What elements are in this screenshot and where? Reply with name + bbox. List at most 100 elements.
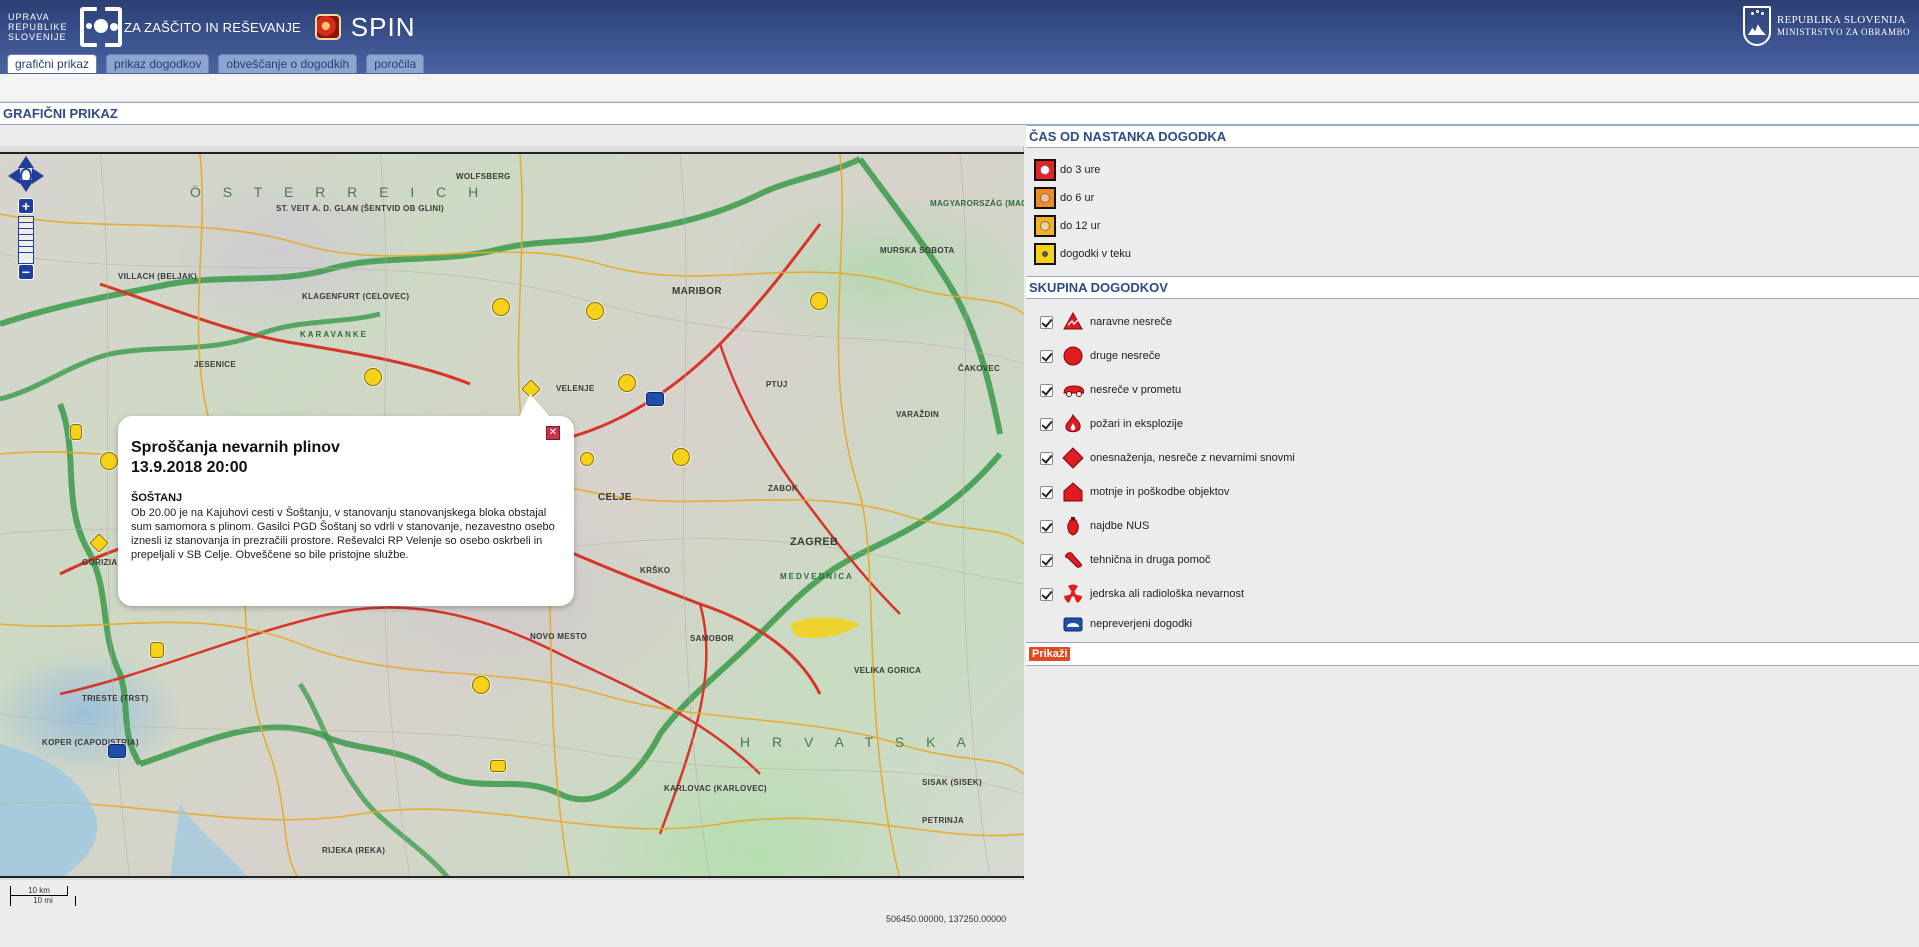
- group-checkbox[interactable]: [1040, 417, 1053, 431]
- group-checkbox[interactable]: [1040, 485, 1053, 499]
- map-panel: Ö S T E R R E I C H H R V A T S K A MAGY…: [0, 146, 1024, 906]
- group-label: onesnaženja, nesreče z nevarnimi snovmi: [1090, 452, 1295, 464]
- map-label-magyarorszag: MAGYARORSZÁG (MAGYARORSZÁG): [930, 199, 1024, 208]
- legend-groups-title: SKUPINA DOGODKOV: [1026, 276, 1919, 299]
- zoom-slider[interactable]: [18, 216, 34, 264]
- unverified-event-icon: [1062, 613, 1084, 635]
- sub-bar: [0, 74, 1919, 102]
- action-bar: [1026, 642, 1919, 666]
- map-label-ptuj: PTUJ: [766, 380, 788, 389]
- group-checkbox[interactable]: [1040, 519, 1053, 533]
- unverified-event-marker[interactable]: [646, 392, 664, 406]
- legend-time-item: do 6 ur: [1034, 184, 1131, 212]
- org-line: REPUBLIKE: [8, 22, 68, 32]
- event-marker[interactable]: [70, 424, 82, 440]
- time-6h-icon: [1034, 187, 1056, 209]
- group-label: nesreče v prometu: [1090, 384, 1182, 396]
- time-3h-icon: [1034, 159, 1056, 181]
- event-marker[interactable]: [618, 374, 636, 392]
- group-checkbox[interactable]: [1040, 451, 1053, 465]
- group-label: naravne nesreče: [1090, 316, 1172, 328]
- time-12h-icon: [1034, 215, 1056, 237]
- scale-mi: 10 mi: [10, 896, 76, 906]
- legend-time-item: dogodki v teku: [1034, 240, 1131, 268]
- group-label: nepreverjeni dogodki: [1090, 618, 1193, 630]
- group-label: motnje in poškodbe objektov: [1090, 486, 1230, 498]
- close-icon[interactable]: ✕: [546, 426, 560, 440]
- legend-time-item: do 3 ure: [1034, 156, 1131, 184]
- show-button[interactable]: Prikaži: [1028, 646, 1072, 662]
- building-damage-icon: [1062, 481, 1084, 503]
- event-marker[interactable]: [490, 760, 506, 772]
- radiation-icon: [1062, 583, 1084, 605]
- org-line: SLOVENIJE: [8, 32, 67, 42]
- event-marker[interactable]: [100, 452, 118, 470]
- fire-icon: [1062, 413, 1084, 435]
- event-marker[interactable]: [672, 448, 690, 466]
- popup-place: ŠOŠTANJ: [131, 492, 183, 504]
- tab-prikaz-dogodkov[interactable]: prikaz dogodkov: [106, 54, 210, 73]
- group-checkbox[interactable]: [1040, 349, 1053, 363]
- ministry-line1: REPUBLIKA SLOVENIJA: [1776, 14, 1906, 26]
- map-label-karavanke: KARAVANKE: [300, 330, 368, 339]
- legend-group-item: motnje in poškodbe objektov: [1040, 475, 1295, 509]
- map-scale: 10 km 10 mi: [10, 886, 80, 906]
- traffic-accident-icon: [1062, 379, 1084, 401]
- pan-up-icon[interactable]: [18, 156, 34, 168]
- event-marker[interactable]: [364, 368, 382, 386]
- legend-group-item: najdbe NUS: [1040, 509, 1295, 543]
- ministry-brand: REPUBLIKA SLOVENIJA MINISTRSTVO ZA OBRAM…: [1742, 6, 1910, 46]
- group-label: požari in eksplozije: [1090, 418, 1183, 430]
- legend-group-item: nesreče v prometu: [1040, 373, 1295, 407]
- group-checkbox[interactable]: [1040, 587, 1053, 601]
- map-label-zagreb: ZAGREB: [790, 536, 839, 548]
- event-marker[interactable]: [492, 298, 510, 316]
- map-label-hrvatska: H R V A T S K A: [740, 734, 975, 750]
- pan-down-icon[interactable]: [18, 180, 34, 192]
- event-marker[interactable]: [580, 452, 594, 466]
- event-marker[interactable]: [810, 292, 828, 310]
- legend-time-label: do 6 ur: [1060, 192, 1095, 204]
- app-header: UPRAVA REPUBLIKE SLOVENIJE ZA ZAŠČITO IN…: [0, 0, 1919, 74]
- map-label-karlovac: KARLOVAC (KARLOVEC): [664, 784, 767, 793]
- map-label-osterreich: Ö S T E R R E I C H: [190, 184, 488, 200]
- group-label: tehnična in druga pomoč: [1090, 554, 1211, 566]
- map-label-samobor: SAMOBOR: [690, 634, 734, 643]
- popup-datetime: 13.9.2018 20:00: [131, 459, 248, 476]
- map-label-klagenfurt: KLAGENFURT (CELOVEC): [302, 292, 410, 301]
- popup-description: Ob 20.00 je na Kajuhovi cesti v Šoštanju…: [131, 507, 555, 561]
- map-label-zabok: ZABOK: [768, 484, 798, 493]
- legend-time-item: do 12 ur: [1034, 212, 1131, 240]
- tab-obvescanje[interactable]: obveščanje o dogodkih: [218, 54, 358, 73]
- map-label-krsko: KRŠKO: [640, 566, 671, 575]
- group-label: druge nesreče: [1090, 350, 1161, 362]
- legend-time-list: do 3 ure do 6 ur do 12 ur dogodki v teku: [1034, 156, 1131, 268]
- org-line: UPRAVA: [8, 12, 50, 22]
- unverified-event-marker[interactable]: [108, 744, 126, 758]
- zoom-out-button[interactable]: −: [18, 264, 34, 280]
- map-label-maribor: MARIBOR: [672, 286, 722, 297]
- event-marker[interactable]: [586, 302, 604, 320]
- event-popup: ✕ Sproščanja nevarnih plinov 13.9.2018 2…: [118, 394, 574, 606]
- event-marker[interactable]: [150, 642, 164, 658]
- group-checkbox[interactable]: [1040, 553, 1053, 567]
- group-checkbox[interactable]: [1040, 383, 1053, 397]
- legend-group-item: onesnaženja, nesreče z nevarnimi snovmi: [1040, 441, 1295, 475]
- tab-porocila[interactable]: poročila: [366, 54, 425, 73]
- legend-group-item: druge nesreče: [1040, 339, 1295, 373]
- map-label-sisak: SISAK (SISEK): [922, 778, 982, 787]
- urszr-logo-icon: [80, 7, 122, 47]
- group-checkbox[interactable]: [1040, 315, 1053, 329]
- slovenia-crest-icon: [1742, 6, 1771, 46]
- hazardous-substance-icon: [1062, 447, 1084, 469]
- other-accident-icon: [1062, 345, 1084, 367]
- map-label-rijeka: RIJEKA (REKA): [322, 846, 386, 855]
- page-title: GRAFIČNI PRIKAZ: [0, 102, 1919, 125]
- zoom-in-button[interactable]: +: [18, 198, 34, 214]
- event-marker[interactable]: [472, 676, 490, 694]
- scale-km: 10 km: [10, 886, 68, 896]
- group-label: najdbe NUS: [1090, 520, 1150, 532]
- map-canvas[interactable]: Ö S T E R R E I C H H R V A T S K A MAGY…: [0, 152, 1024, 878]
- tab-graficni-prikaz[interactable]: grafični prikaz: [7, 54, 98, 73]
- org-name: UPRAVA REPUBLIKE SLOVENIJE: [8, 12, 72, 42]
